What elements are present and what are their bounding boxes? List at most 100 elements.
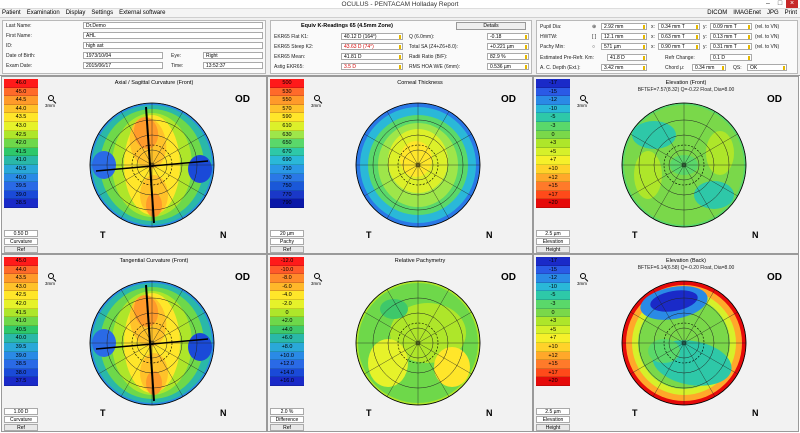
dob-field[interactable]: 1973/10/04 xyxy=(83,52,163,59)
menu-patient[interactable]: Patient xyxy=(2,10,21,16)
reference-button[interactable]: Ref xyxy=(270,424,304,431)
topography-map[interactable] xyxy=(596,269,772,419)
topography-map[interactable] xyxy=(64,269,240,419)
scale-cell: 43.0 xyxy=(4,121,38,131)
pachy-rel-label: (rel. to VN) xyxy=(755,44,780,50)
map-panel-pachy[interactable]: 500 530 550 570 590 610 630 650 670 690 710 730 750 7… xyxy=(267,76,533,254)
map-title: Corneal Thickness xyxy=(397,80,443,86)
scale-cell: 630 xyxy=(270,130,304,140)
map-type-button[interactable]: Pachy xyxy=(270,238,304,245)
map-type-button[interactable]: Elevation xyxy=(536,416,570,423)
scale-cell: +3 xyxy=(536,317,570,326)
minimize-icon[interactable]: – xyxy=(762,0,774,8)
map-type-button[interactable]: Elevation xyxy=(536,238,570,245)
color-scale[interactable]: -17 -15 -12 -10 -5 -3 0 +3 +5 +7 +10 +12 +15 +17 +20 xyxy=(536,257,570,386)
magnifier-icon[interactable]: 3mm xyxy=(577,95,593,109)
menu-display[interactable]: Display xyxy=(66,10,86,16)
first-name-field[interactable]: AHL xyxy=(83,32,263,39)
reference-button[interactable]: Ref xyxy=(270,246,304,253)
menu-settings[interactable]: Settings xyxy=(91,10,113,16)
scale-step-field[interactable]: 2.5 µm xyxy=(536,408,570,415)
scale-cell: +14.0 xyxy=(270,368,304,378)
magnifier-icon[interactable]: 3mm xyxy=(45,95,61,109)
color-scale[interactable]: -17 -15 -12 -10 -5 -3 0 +3 +5 +7 +10 +12 +15 +17 +20 xyxy=(536,79,570,208)
map-type-button[interactable]: Curvature xyxy=(4,416,38,423)
refr-change-field: 0.1 D xyxy=(710,54,752,61)
scale-cell: 43.5 xyxy=(4,113,38,122)
reference-button[interactable]: Height xyxy=(536,246,570,253)
color-scale[interactable]: 500 530 550 570 590 610 630 650 670 690 710 730 750 7… xyxy=(270,79,304,208)
scale-cell: +12 xyxy=(536,173,570,183)
scale-step-field[interactable]: 20 µm xyxy=(270,230,304,237)
scale-cell: 790 xyxy=(270,199,304,208)
magnifier-icon[interactable]: 3mm xyxy=(311,95,327,109)
nasal-label: N xyxy=(486,230,493,240)
maximize-icon[interactable]: □ xyxy=(774,0,786,8)
zoom-label: 3mm xyxy=(577,281,587,286)
map-type-button[interactable]: Curvature xyxy=(4,238,38,245)
scale-cell: +16.0 xyxy=(270,377,304,386)
magnifier-icon[interactable]: 3mm xyxy=(311,273,327,287)
color-region xyxy=(632,121,676,149)
reference-button[interactable]: Ref xyxy=(4,424,38,431)
scale-step-field[interactable]: 0.50 D xyxy=(4,230,38,237)
menu-print[interactable]: Print xyxy=(785,10,797,16)
color-scale[interactable]: 46.0 45.0 44.5 44.0 43.5 43.0 42.5 42.0 41.5 41.0… xyxy=(4,79,38,208)
scale-step-field[interactable]: 2.0 % xyxy=(270,408,304,415)
exam-date-field[interactable]: 2015/06/17 xyxy=(83,62,163,69)
k-readings-group: Equiv K-Readings 65 (4.5mm Zone) Details… xyxy=(270,20,532,74)
color-scale[interactable]: -12.0 -10.0 -8.0 -6.0 -4.0 -2.0 0 +2.0 +4.0 +6.0 +… xyxy=(270,257,304,386)
id-field[interactable]: high ast xyxy=(83,42,263,49)
menu-jpg[interactable]: JPG xyxy=(767,10,779,16)
close-icon[interactable]: × xyxy=(786,0,798,8)
time-field[interactable]: 13:52:37 xyxy=(203,62,263,69)
map-type-button[interactable]: Difference xyxy=(270,416,304,423)
details-button[interactable]: Details xyxy=(456,22,526,30)
menu-dicom[interactable]: DICOM xyxy=(707,10,727,16)
scale-cell: +10.0 xyxy=(270,351,304,361)
map-panel-relpachy[interactable]: -12.0 -10.0 -8.0 -6.0 -4.0 -2.0 0 +2.0 +4.0 +6.0 +… xyxy=(267,254,533,432)
menu-imagenet[interactable]: IMAGEnet xyxy=(733,10,761,16)
map-title: Tangential Curvature (Front) xyxy=(119,258,189,264)
topography-map[interactable] xyxy=(596,91,772,241)
scale-cell: 530 xyxy=(270,87,304,97)
pupil-y-field: 0.09 mm T xyxy=(710,23,752,30)
map-panel-axial[interactable]: 46.0 45.0 44.5 44.0 43.5 43.0 42.5 42.0 41.5 41.0… xyxy=(1,76,267,254)
scale-cell: +7 xyxy=(536,334,570,343)
menu-examination[interactable]: Examination xyxy=(27,10,60,16)
map-panel-elev-back[interactable]: -17 -15 -12 -10 -5 -3 0 +3 +5 +7 +10 +12 +15 +17 +20 2.… xyxy=(533,254,799,432)
scale-cell: +4.0 xyxy=(270,325,304,335)
pupil-dia-field: 2.92 mm xyxy=(601,23,647,30)
scale-cell: 590 xyxy=(270,113,304,122)
pupil-y-label: y: xyxy=(703,24,707,30)
magnifier-icon[interactable]: 3mm xyxy=(577,273,593,287)
scale-cell: +7 xyxy=(536,156,570,165)
magnifier-icon[interactable]: 3mm xyxy=(45,273,61,287)
eye-field[interactable]: Right xyxy=(203,52,263,59)
scale-cell: 40.0 xyxy=(4,173,38,183)
scale-step-field[interactable]: 2.5 µm xyxy=(536,230,570,237)
scale-cell: 750 xyxy=(270,182,304,191)
last-name-field[interactable]: Dr.Demo xyxy=(83,22,263,29)
eye-label: Eye: xyxy=(171,53,182,59)
map-panel-elev-front[interactable]: -17 -15 -12 -10 -5 -3 0 +3 +5 +7 +10 +12 +15 +17 +20 2.… xyxy=(533,76,799,254)
topography-map[interactable] xyxy=(330,91,506,241)
scale-cell: 730 xyxy=(270,173,304,183)
pachy-min-field: 571 µm xyxy=(601,43,647,50)
pachy-min-label: Pachy Min: xyxy=(540,44,565,50)
q-field: -0.18 xyxy=(487,33,529,40)
map-title: Elevation (Back) xyxy=(665,258,707,264)
scale-cell: +2.0 xyxy=(270,317,304,326)
color-region xyxy=(188,155,212,183)
reference-button[interactable]: Ref xyxy=(4,246,38,253)
scale-cell: 46.0 xyxy=(4,79,38,88)
menu-external-software[interactable]: External software xyxy=(119,10,165,16)
color-scale[interactable]: 45.0 44.0 43.5 43.0 42.5 42.0 41.5 41.0 40.5 40.0… xyxy=(4,257,38,386)
topography-map[interactable] xyxy=(64,91,240,241)
reference-button[interactable]: Height xyxy=(536,424,570,431)
scale-step-field[interactable]: 1.00 D xyxy=(4,408,38,415)
map-panel-tangential[interactable]: 45.0 44.0 43.5 43.0 42.5 42.0 41.5 41.0 40.5 40.0… xyxy=(1,254,267,432)
topography-map[interactable] xyxy=(330,269,506,419)
map-title: Relative Pachymetry xyxy=(394,258,446,264)
scale-cell: 41.0 xyxy=(4,317,38,326)
